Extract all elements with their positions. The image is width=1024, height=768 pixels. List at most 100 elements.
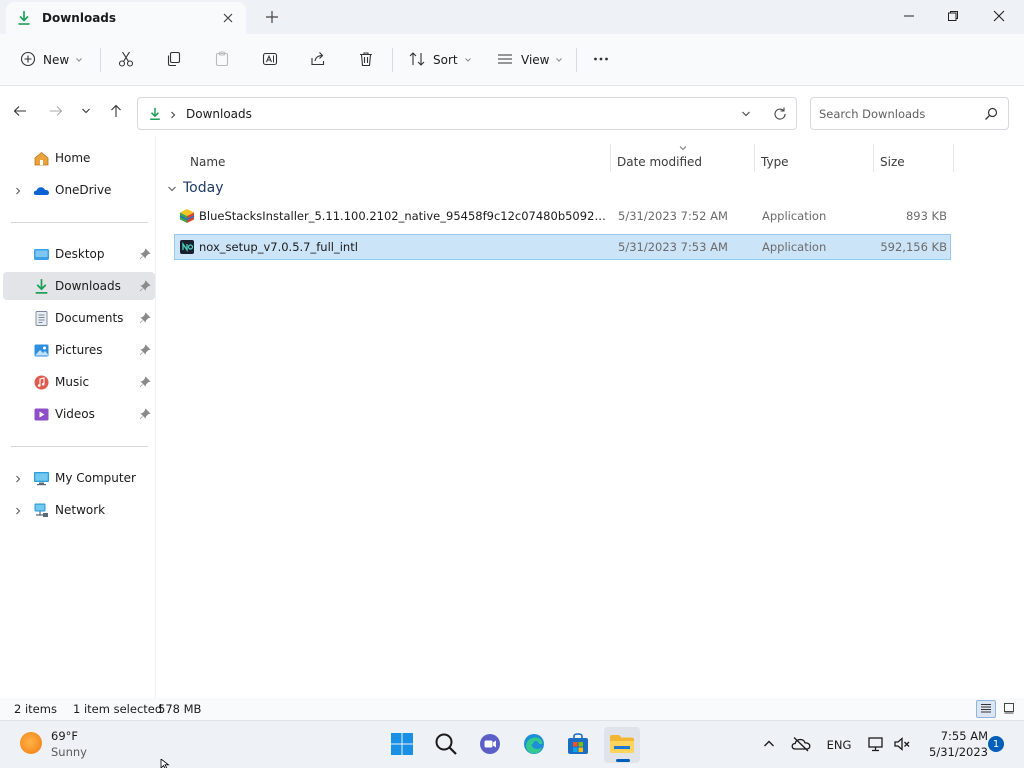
tiles-view-icon [1003,702,1015,717]
details-view-button[interactable] [976,700,996,718]
table-row[interactable]: BlueStacksInstaller_5.11.100.2102_native… [174,203,951,229]
search-taskbar-button[interactable] [428,727,464,763]
maximize-button[interactable] [930,4,976,28]
onedrive-tray-button[interactable] [790,735,812,755]
notification-badge[interactable]: 1 [988,736,1004,752]
tiles-view-button[interactable] [999,700,1019,718]
column-resize-handle[interactable] [873,144,874,172]
chevron-down-icon[interactable] [167,183,177,193]
sidebar-item-my-computer[interactable]: My Computer [3,464,155,492]
chevron-right-icon[interactable] [13,473,23,483]
show-hidden-icons-button[interactable] [760,735,778,755]
view-button[interactable]: View [496,46,563,74]
sidebar-item-desktop[interactable]: Desktop [3,240,155,268]
microsoft-store-button[interactable] [560,727,596,763]
edge-browser-button[interactable] [516,727,552,763]
sidebar-item-documents[interactable]: Documents [3,304,155,332]
copy-icon [165,50,183,71]
column-resize-handle[interactable] [610,144,611,172]
table-row[interactable]: nox_setup_v7.0.5.7_full_intl 5/31/2023 7… [174,234,951,260]
column-header-size[interactable]: Size [880,144,905,180]
search-box[interactable] [810,97,1009,130]
active-app-indicator [616,759,630,762]
sort-chevron-icon [678,141,688,151]
pin-icon[interactable] [139,248,151,260]
sidebar-item-home[interactable]: Home [3,144,155,172]
search-input[interactable] [819,106,979,121]
weather-widget[interactable]: 69°F Sunny [12,721,102,768]
view-button-label: View [521,53,550,67]
sidebar-item-onedrive[interactable]: OneDrive [3,176,155,204]
up-button[interactable] [106,101,126,121]
column-resize-handle[interactable] [953,144,954,172]
pin-icon[interactable] [139,280,151,292]
delete-button[interactable] [356,46,376,74]
rename-icon [261,50,279,71]
pin-icon[interactable] [139,344,151,356]
download-icon [16,10,32,26]
sort-icon [408,50,426,71]
plus-circle-icon [20,51,36,70]
toolbar-divider [392,48,393,72]
group-header-today[interactable]: Today [167,178,224,198]
recent-locations-button[interactable] [76,101,96,121]
tab-downloads[interactable]: Downloads [6,2,246,34]
breadcrumb-downloads[interactable]: Downloads [186,107,252,121]
scissors-icon [117,50,135,71]
copy-button[interactable] [164,46,184,74]
pin-icon[interactable] [139,376,151,388]
teams-chat-button[interactable] [472,727,508,763]
sort-button[interactable]: Sort [408,46,472,74]
sidebar-item-pictures[interactable]: Pictures [3,336,155,364]
refresh-icon[interactable] [772,106,788,122]
new-button[interactable]: New [20,46,83,74]
network-tray-button[interactable] [866,735,886,755]
search-icon[interactable] [984,107,998,121]
start-button[interactable] [384,727,420,763]
address-history-chevron-icon[interactable] [740,108,752,120]
column-resize-handle[interactable] [754,144,755,172]
volume-tray-button[interactable] [892,735,912,755]
minimize-button[interactable] [886,4,932,28]
column-header-type[interactable]: Type [761,144,789,180]
sidebar-item-label: Documents [55,311,124,325]
pin-icon[interactable] [139,312,151,324]
download-icon [33,278,50,295]
column-header-name[interactable]: Name [190,144,225,180]
sidebar-item-downloads[interactable]: Downloads [3,272,155,300]
chevron-right-icon[interactable] [168,109,178,119]
documents-icon [33,310,50,327]
chevron-right-icon[interactable] [13,185,23,195]
new-tab-button[interactable] [262,8,282,26]
file-explorer-button[interactable] [604,727,640,763]
address-bar[interactable]: Downloads [137,97,797,130]
chevron-right-icon[interactable] [13,505,23,515]
paste-button[interactable] [212,46,232,74]
navigation-pane: Home OneDrive Desktop Downloads Document… [0,136,156,700]
rename-button[interactable] [260,46,280,74]
sidebar-item-network[interactable]: Network [3,496,155,524]
pictures-icon [33,342,50,359]
input-language[interactable]: ENG [824,735,854,755]
sidebar-item-label: My Computer [55,471,136,485]
share-button[interactable] [308,46,328,74]
download-icon [148,107,162,121]
details-view-icon [980,702,992,717]
network-monitor-icon [867,736,885,755]
column-header-date[interactable]: Date modified [617,144,702,180]
sidebar-item-label: Pictures [55,343,103,357]
forward-button[interactable] [46,101,66,121]
close-window-button[interactable] [976,4,1022,28]
weather-temp: 69°F [51,729,78,743]
pin-icon[interactable] [139,408,151,420]
sidebar-item-music[interactable]: Music [3,368,155,396]
clock-button[interactable]: 7:55 AM 5/31/2023 [918,723,990,767]
back-button[interactable] [10,101,30,121]
close-tab-icon[interactable] [220,10,236,26]
music-icon [33,374,50,391]
sidebar-item-videos[interactable]: Videos [3,400,155,428]
cut-button[interactable] [116,46,136,74]
clock-time: 7:55 AM [940,729,988,743]
more-options-button[interactable] [590,46,612,74]
sidebar-divider [11,222,148,223]
